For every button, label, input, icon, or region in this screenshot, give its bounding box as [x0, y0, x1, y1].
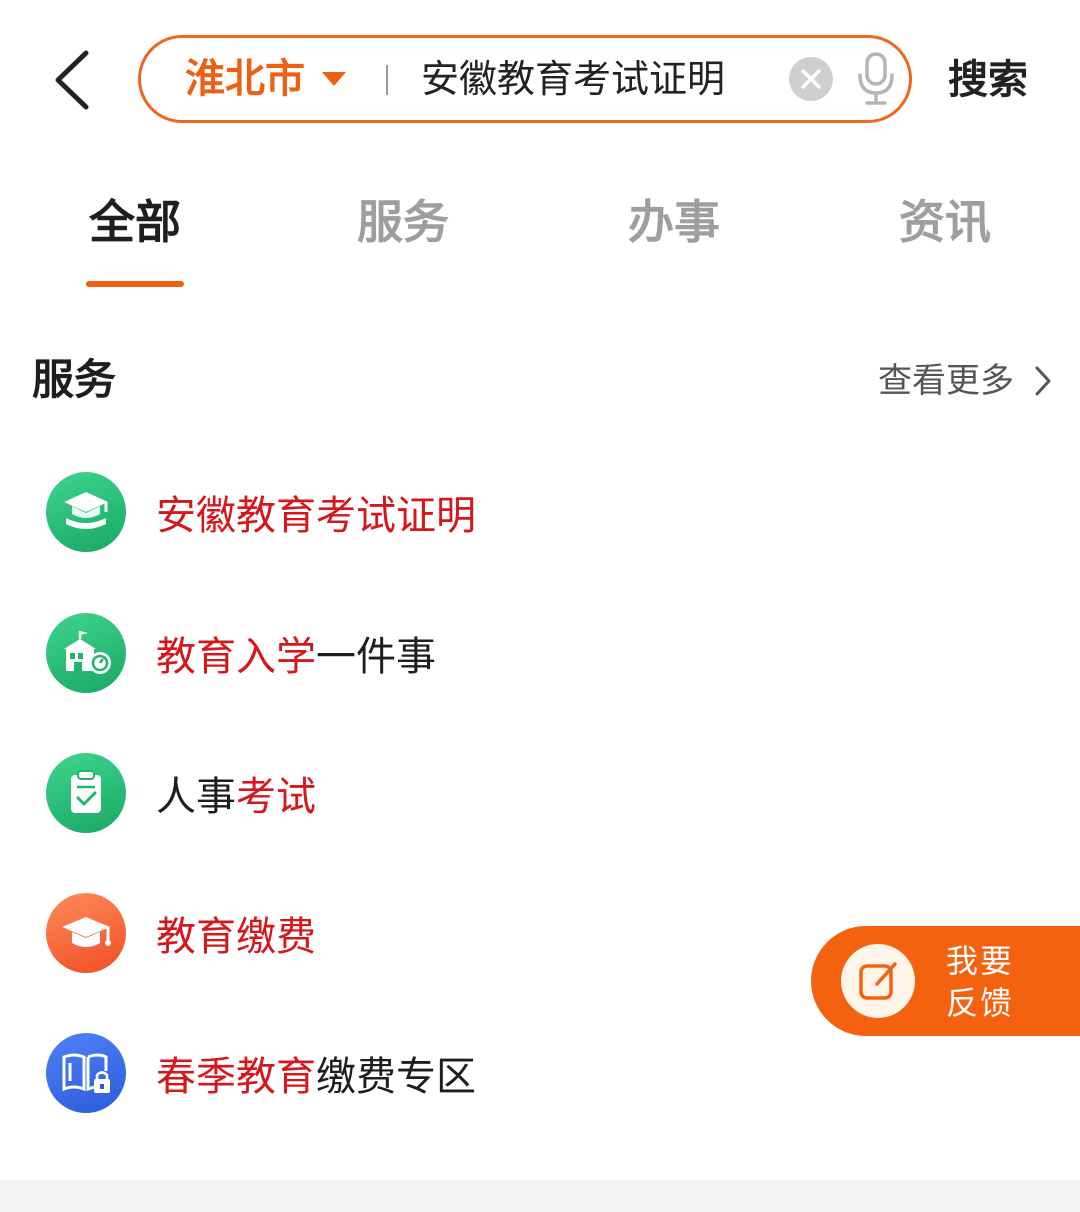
clear-button[interactable] [788, 56, 834, 102]
service-item-label: 教育缴费 [156, 904, 316, 962]
search-box: 淮北市 安徽教育考试证明 [138, 35, 912, 123]
back-arrow-icon [55, 50, 89, 110]
label-highlight: 春季教育 [156, 1054, 316, 1100]
graduation-cap-icon [46, 893, 126, 973]
label-plain: 人事 [156, 774, 236, 820]
city-selector[interactable]: 淮北市 [185, 38, 347, 120]
tab-all[interactable]: 全部 [86, 190, 184, 254]
feedback-label: 我要 反馈 [946, 940, 1036, 1024]
service-item-label: 安徽教育考试证明 [156, 483, 476, 541]
view-more-link[interactable]: 查看更多 [878, 356, 1052, 406]
label-highlight: 教育缴费 [156, 914, 316, 960]
checklist-icon [46, 753, 126, 833]
service-item-label: 教育入学一件事 [156, 624, 436, 682]
service-item-personnel-exam[interactable]: 人事考试 [46, 751, 806, 835]
search-results-page: 淮北市 安徽教育考试证明 搜索 全部 服务 办事 资讯 服务 查看更多 安徽教育… [0, 0, 1080, 1212]
back-button[interactable] [42, 44, 102, 116]
microphone-icon [858, 52, 894, 105]
label-plain: 缴费专区 [316, 1054, 476, 1100]
service-item-label: 春季教育缴费专区 [156, 1044, 476, 1102]
feedback-edit-icon-wrapper [841, 944, 915, 1018]
search-input[interactable]: 安徽教育考试证明 [421, 38, 781, 120]
graduation-book-icon [46, 472, 126, 552]
caret-down-icon [322, 72, 346, 86]
service-item-education-exam-certificate[interactable]: 安徽教育考试证明 [46, 470, 806, 554]
clear-icon [789, 57, 833, 101]
edit-icon [859, 962, 897, 1000]
view-more-label: 查看更多 [878, 361, 1014, 401]
voice-search-button[interactable] [854, 51, 898, 107]
divider [386, 65, 388, 95]
active-tab-indicator [86, 281, 184, 287]
section-title: 服务 [32, 355, 117, 404]
feedback-label-line2: 反馈 [946, 984, 1015, 1022]
search-button[interactable]: 搜索 [948, 50, 1028, 110]
service-item-school-enrollment[interactable]: 教育入学一件事 [46, 611, 806, 695]
service-item-education-payment[interactable]: 教育缴费 [46, 891, 806, 975]
service-item-label: 人事考试 [156, 764, 316, 822]
chevron-right-icon [1035, 366, 1051, 396]
service-item-spring-payment-zone[interactable]: 春季教育缴费专区 [46, 1031, 806, 1115]
label-plain: 一件事 [316, 634, 436, 680]
school-building-icon [46, 613, 126, 693]
tab-affairs[interactable]: 办事 [625, 190, 723, 254]
bottom-divider [0, 1180, 1080, 1212]
feedback-button[interactable]: 我要 反馈 [811, 926, 1080, 1036]
label-highlight: 考试 [236, 774, 316, 820]
label-highlight: 教育入学 [156, 634, 316, 680]
feedback-label-line1: 我要 [946, 942, 1015, 980]
tab-services[interactable]: 服务 [354, 190, 452, 254]
label-highlight: 安徽教育考试证明 [156, 493, 476, 539]
open-book-lock-icon [46, 1033, 126, 1113]
tab-news[interactable]: 资讯 [896, 190, 994, 254]
city-label: 淮北市 [185, 56, 305, 102]
